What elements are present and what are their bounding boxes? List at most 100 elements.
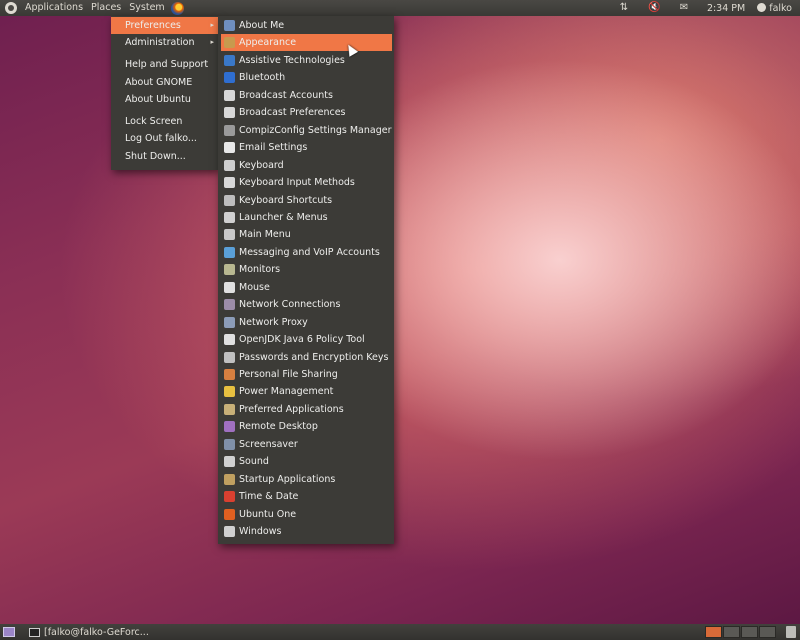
workspace-switcher	[704, 626, 776, 638]
preferences-item-label: Keyboard	[239, 159, 284, 171]
menu-item-label: Administration	[125, 37, 195, 48]
ubuntu-logo-icon[interactable]	[5, 2, 17, 14]
system-menu[interactable]: System	[125, 0, 168, 16]
email-icon	[224, 142, 235, 154]
broadcast-icon	[224, 89, 235, 101]
submenu-arrow-icon: ▸	[210, 38, 214, 46]
preferences-item[interactable]: Network Connections	[221, 296, 392, 313]
preferences-item[interactable]: CompizConfig Settings Manager	[221, 122, 392, 139]
preferences-item[interactable]: Mouse	[221, 279, 392, 296]
preferences-item[interactable]: About Me	[221, 17, 392, 34]
menu-item-preferences[interactable]: Preferences ▸	[111, 17, 218, 34]
preferences-item-label: Power Management	[239, 386, 334, 398]
keyboard-icon	[224, 159, 235, 171]
monitor-icon	[224, 264, 235, 276]
preferences-item[interactable]: Power Management	[221, 383, 392, 400]
preferences-item[interactable]: Broadcast Accounts	[221, 87, 392, 104]
preferences-item-label: Network Proxy	[239, 316, 308, 328]
top-panel: Applications Places System ⇅ 🔇 ✉ 2:34 PM…	[0, 0, 800, 16]
preferences-item-label: Ubuntu One	[239, 508, 297, 520]
applications-menu[interactable]: Applications	[21, 0, 87, 16]
workspace-1[interactable]	[705, 626, 722, 638]
workspace-4[interactable]	[759, 626, 776, 638]
preferences-item-label: CompizConfig Settings Manager	[239, 124, 392, 136]
preferences-item[interactable]: Keyboard Shortcuts	[221, 192, 392, 209]
preferences-item[interactable]: Broadcast Preferences	[221, 104, 392, 121]
places-menu[interactable]: Places	[87, 0, 125, 16]
compiz-icon	[224, 124, 235, 136]
menu-item-administration[interactable]: Administration ▸	[111, 34, 218, 51]
preferences-item-label: Messaging and VoIP Accounts	[239, 246, 380, 258]
keyboard-shortcuts-icon	[224, 194, 235, 206]
preferences-item-label: Time & Date	[239, 491, 299, 503]
system-tray: ⇅ 🔇 ✉ 2:34 PM falko	[609, 0, 800, 16]
preferences-item-label: About Me	[239, 20, 285, 31]
menu-item-shut-down[interactable]: Shut Down...	[111, 148, 218, 165]
volume-muted-icon[interactable]: 🔇	[648, 3, 660, 13]
preferences-item[interactable]: OpenJDK Java 6 Policy Tool	[221, 331, 392, 348]
startup-icon	[224, 473, 235, 485]
trash-icon[interactable]	[786, 626, 796, 638]
preferences-item[interactable]: Screensaver	[221, 436, 392, 453]
person-icon	[224, 20, 235, 31]
preferences-item[interactable]: Appearance	[221, 34, 392, 52]
menu-item-label: Preferences	[125, 20, 181, 31]
windows-icon	[224, 526, 235, 538]
firefox-icon[interactable]	[170, 1, 184, 15]
preferences-item-label: OpenJDK Java 6 Policy Tool	[239, 334, 365, 346]
workspace-2[interactable]	[723, 626, 740, 638]
menu-item-log-out[interactable]: Log Out falko...	[111, 130, 218, 147]
preferences-item[interactable]: Assistive Technologies	[221, 52, 392, 69]
keys-icon	[224, 351, 235, 363]
preferences-item[interactable]: Remote Desktop	[221, 418, 392, 435]
workspace-3[interactable]	[741, 626, 758, 638]
preferences-item-label: Monitors	[239, 264, 281, 276]
preferences-item[interactable]: Main Menu	[221, 226, 392, 243]
preferences-item[interactable]: Sound	[221, 453, 392, 470]
menu-item-help-and-support[interactable]: Help and Support	[111, 56, 218, 73]
preferences-item-label: Passwords and Encryption Keys	[239, 351, 389, 363]
preferences-item[interactable]: Launcher & Menus	[221, 209, 392, 226]
power-icon	[224, 386, 235, 398]
network-updown-icon[interactable]: ⇅	[618, 3, 630, 13]
preferences-item[interactable]: Keyboard	[221, 157, 392, 174]
preferred-apps-icon	[224, 403, 235, 415]
preferences-item-label: Personal File Sharing	[239, 369, 338, 380]
messaging-icon	[224, 246, 235, 258]
menu-item-about-ubuntu[interactable]: About Ubuntu	[111, 91, 218, 108]
mouse-icon	[224, 281, 235, 293]
menu-item-lock-screen[interactable]: Lock Screen	[111, 113, 218, 130]
preferences-item[interactable]: Windows	[221, 523, 392, 540]
remote-desktop-icon	[224, 421, 235, 433]
preferences-item[interactable]: Passwords and Encryption Keys	[221, 349, 392, 366]
terminal-icon	[29, 627, 40, 637]
ubuntu-one-icon	[224, 508, 235, 520]
preferences-item-label: Appearance	[239, 37, 297, 49]
taskbar-window-button[interactable]: [falko@falko-GeForc...	[25, 625, 204, 639]
preferences-item[interactable]: Keyboard Input Methods	[221, 174, 392, 191]
preferences-item[interactable]: Monitors	[221, 261, 392, 278]
user-switcher[interactable]: falko	[757, 2, 792, 14]
mail-envelope-icon[interactable]: ✉	[678, 3, 690, 13]
java-icon	[224, 334, 235, 346]
calendar-icon	[224, 491, 235, 503]
submenu-arrow-icon: ▸	[210, 21, 214, 29]
preferences-item[interactable]: Network Proxy	[221, 314, 392, 331]
preferences-item[interactable]: Email Settings	[221, 139, 392, 156]
preferences-item[interactable]: Time & Date	[221, 488, 392, 505]
preferences-item-label: Main Menu	[239, 229, 291, 241]
keyboard-input-icon	[224, 177, 235, 189]
show-desktop-icon[interactable]	[3, 627, 15, 637]
preferences-item[interactable]: Bluetooth	[221, 69, 392, 86]
menu-item-about-gnome[interactable]: About GNOME	[111, 74, 218, 91]
preferences-item-label: Keyboard Input Methods	[239, 177, 355, 189]
clock[interactable]: 2:34 PM	[707, 3, 745, 14]
preferences-item[interactable]: Messaging and VoIP Accounts	[221, 244, 392, 261]
preferences-item[interactable]: Preferred Applications	[221, 401, 392, 418]
preferences-item-label: Network Connections	[239, 299, 341, 311]
preferences-item[interactable]: Startup Applications	[221, 471, 392, 488]
preferences-item[interactable]: Personal File Sharing	[221, 366, 392, 383]
user-icon	[757, 2, 767, 12]
preferences-item-label: Broadcast Accounts	[239, 89, 333, 101]
preferences-item[interactable]: Ubuntu One	[221, 506, 392, 523]
